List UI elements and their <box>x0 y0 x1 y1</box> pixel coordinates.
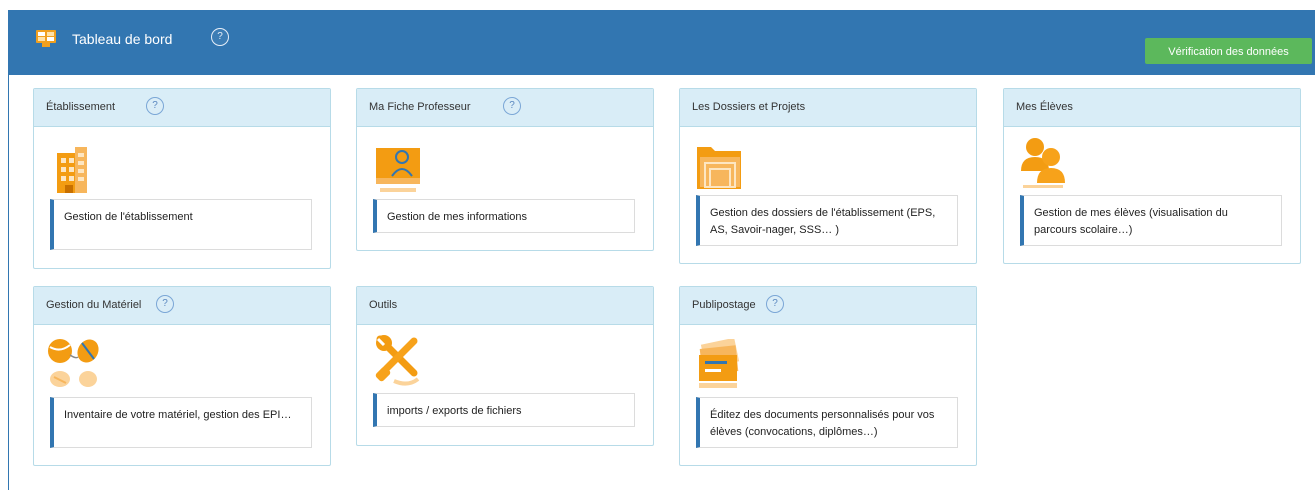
card-gestion-materiel: Gestion du Matériel ? Inventaire de votr… <box>33 286 331 466</box>
card-title: Gestion du Matériel <box>46 299 142 311</box>
card-publipostage: Publipostage ? Éditez des documents pers… <box>679 286 977 466</box>
card-dossiers-projets: Les Dossiers et Projets Gestion des doss… <box>679 88 977 264</box>
card-link[interactable]: Gestion de mes élèves (visualisation du … <box>1020 195 1282 246</box>
card-title: Outils <box>369 299 398 311</box>
card-mes-eleves: Mes Élèves Gestion de mes élèves (visual… <box>1003 88 1301 264</box>
card-link[interactable]: Gestion de mes informations <box>373 199 635 233</box>
card-outils: Outils imports / exports de fichiers <box>356 286 654 446</box>
card-title: Publipostage <box>692 299 756 311</box>
verify-data-button[interactable]: Vérification des données <box>1145 38 1312 64</box>
card-link[interactable]: Gestion des dossiers de l'établissement … <box>696 195 958 246</box>
page-title: Tableau de bord <box>72 31 173 47</box>
top-bar <box>8 10 1315 75</box>
card-header: Publipostage ? <box>680 287 976 325</box>
folders-icon <box>697 147 741 189</box>
help-icon[interactable]: ? <box>156 295 174 313</box>
card-etablissement: Établissement ? Gestion de l'établisseme… <box>33 88 331 269</box>
card-title: Les Dossiers et Projets <box>692 101 806 113</box>
sports-equipment-icon <box>48 339 99 387</box>
tools-icon <box>375 335 420 386</box>
card-title: Ma Fiche Professeur <box>369 101 471 113</box>
header-help[interactable]: ? <box>211 28 229 46</box>
card-header: Établissement ? <box>34 89 330 127</box>
card-fiche-professeur: Ma Fiche Professeur ? Gestion de mes inf… <box>356 88 654 251</box>
card-header: Ma Fiche Professeur ? <box>357 89 653 127</box>
card-header: Les Dossiers et Projets <box>680 89 976 127</box>
card-header: Gestion du Matériel ? <box>34 287 330 325</box>
card-link[interactable]: Gestion de l'établissement <box>50 199 312 250</box>
help-icon[interactable]: ? <box>503 97 521 115</box>
students-icon <box>1021 138 1065 188</box>
card-link[interactable]: imports / exports de fichiers <box>373 393 635 427</box>
building-icon <box>57 147 87 193</box>
help-icon[interactable]: ? <box>146 97 164 115</box>
profile-card-icon <box>376 148 420 192</box>
mailing-icon <box>699 339 740 388</box>
card-title: Mes Élèves <box>1016 101 1073 113</box>
help-icon[interactable]: ? <box>211 28 229 46</box>
card-link[interactable]: Éditez des documents personnalisés pour … <box>696 397 958 448</box>
dashboard-icon <box>36 30 56 47</box>
card-header: Outils <box>357 287 653 325</box>
card-header: Mes Élèves <box>1004 89 1300 127</box>
card-title: Établissement <box>46 101 116 113</box>
help-icon[interactable]: ? <box>766 295 784 313</box>
card-link[interactable]: Inventaire de votre matériel, gestion de… <box>50 397 312 448</box>
